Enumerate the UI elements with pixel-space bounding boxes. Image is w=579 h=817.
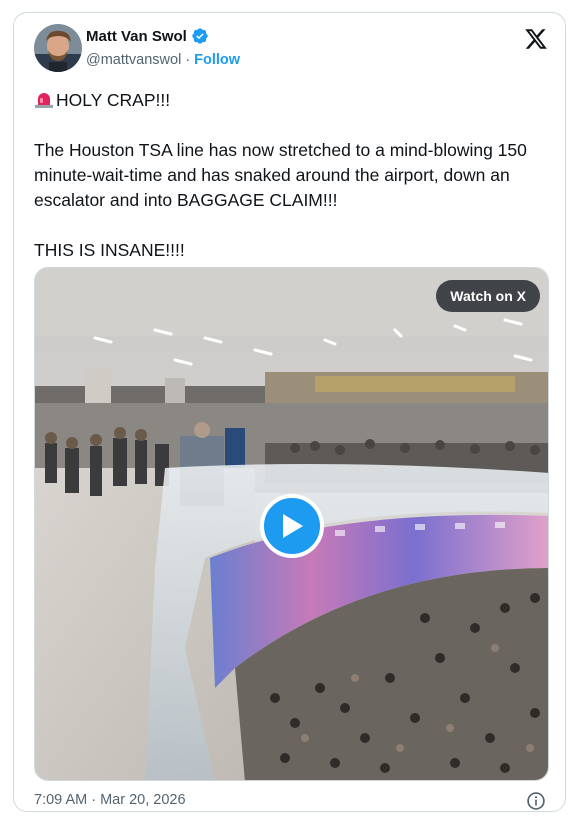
play-button[interactable] (260, 494, 324, 558)
body-text: The Houston TSA line has now stretched t… (34, 140, 532, 210)
follow-button[interactable]: Follow (194, 52, 240, 68)
user-handle[interactable]: @mattvanswol (86, 52, 181, 68)
display-name[interactable]: Matt Van Swol (86, 28, 187, 45)
post-timestamp[interactable]: 7:09 AM · Mar 20, 2026 (34, 792, 186, 808)
tweet-body: HOLY CRAP!!! The Houston TSA line has no… (34, 88, 554, 263)
x-logo-icon[interactable] (524, 27, 548, 51)
tweet-card[interactable]: Matt Van Swol @mattvanswol · Follow HOLY… (13, 12, 566, 812)
avatar[interactable] (34, 24, 82, 72)
police-siren-icon (35, 93, 53, 108)
verified-badge-icon (192, 28, 208, 44)
headline-text: HOLY CRAP!!! (56, 90, 171, 110)
closing-text: THIS IS INSANE!!!! (34, 240, 185, 260)
video-player[interactable]: Watch on X (34, 267, 549, 781)
watch-on-x-button[interactable]: Watch on X (436, 280, 540, 312)
info-icon[interactable] (526, 791, 546, 811)
separator-dot: · (185, 52, 191, 68)
play-icon (283, 514, 303, 538)
